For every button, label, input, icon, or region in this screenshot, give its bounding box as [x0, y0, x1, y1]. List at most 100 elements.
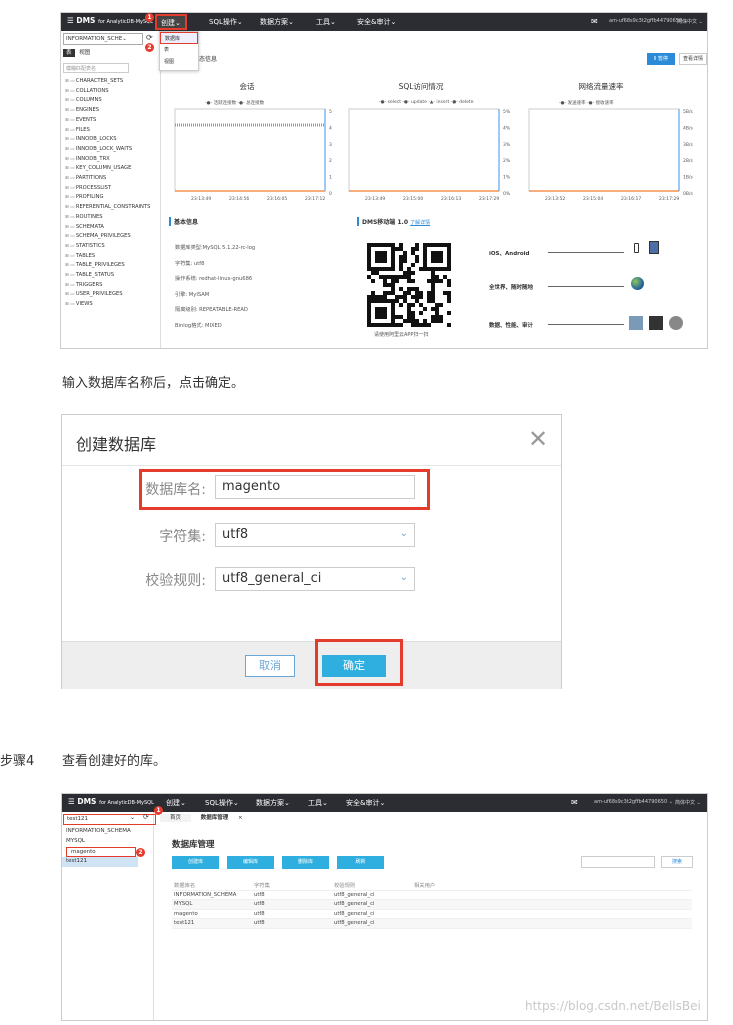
- pause-button[interactable]: Ⅱ 暂停: [647, 53, 675, 65]
- menu-data-plan[interactable]: 数据方案⌄: [260, 17, 294, 27]
- dropdown-item-view[interactable]: 视图: [160, 56, 198, 68]
- mail-icon[interactable]: ✉: [571, 798, 578, 807]
- table-item[interactable]: TABLE_PRIVILEGES: [65, 261, 150, 271]
- y-tick-label: 4%: [503, 125, 511, 131]
- menu-create[interactable]: 创建⌄: [166, 798, 186, 808]
- table-item[interactable]: FILES: [65, 126, 150, 136]
- refresh-icon[interactable]: ⟳: [146, 33, 153, 42]
- step-badge-2: 2: [136, 848, 145, 857]
- menu-sql[interactable]: SQL操作⌄: [209, 17, 243, 27]
- table-row[interactable]: test121 utf8 utf8_general_ci: [172, 919, 692, 929]
- table-item[interactable]: KEY_COLUMN_USAGE: [65, 164, 150, 174]
- refresh-icon[interactable]: ⟳: [143, 813, 149, 821]
- y-tick-label: 0%: [503, 191, 511, 197]
- table-cell: test121: [174, 920, 195, 926]
- menu-security[interactable]: 安全&审计⌄: [357, 17, 396, 27]
- mail-icon[interactable]: ✉: [591, 17, 598, 26]
- table-item[interactable]: STATISTICS: [65, 242, 150, 252]
- menu-tools[interactable]: 工具⌄: [308, 798, 328, 808]
- table-item[interactable]: CHARACTER_SETS: [65, 77, 150, 87]
- app-logo[interactable]: ☰ DMS for AnalyticDB-MySQL: [68, 797, 154, 806]
- collation-select[interactable]: utf8_general_ci ⌄: [215, 567, 415, 591]
- table-item[interactable]: INNODB_LOCKS: [65, 135, 150, 145]
- cancel-button[interactable]: 取消: [245, 655, 295, 677]
- app-logo[interactable]: ☰ DMS for AnalyticDB-MySQL: [67, 16, 153, 25]
- db-item-information-schema[interactable]: INFORMATION_SCHEMA: [62, 827, 138, 837]
- chart-title: SQL访问情况: [398, 82, 444, 91]
- table-item[interactable]: TABLE_STATUS: [65, 271, 150, 281]
- table-item[interactable]: INNODB_LOCK_WAITS: [65, 145, 150, 155]
- close-icon[interactable]: ✕: [528, 425, 548, 453]
- y-tick-label: 5%: [503, 109, 511, 115]
- chevron-down-icon: ⌄: [399, 572, 408, 583]
- ok-button[interactable]: 确定: [322, 655, 386, 677]
- menu-tools[interactable]: 工具⌄: [316, 17, 336, 27]
- table-item[interactable]: INNODB_TRX: [65, 155, 150, 165]
- y-tick-label: 4B/s: [683, 125, 693, 131]
- sidebar: INFORMATION_SCHE⌄ ⟳ 2 表 视图 模糊匹配表名 CHARAC…: [61, 31, 161, 348]
- menu-create[interactable]: 创建⌄: [155, 14, 187, 30]
- edit-db-button[interactable]: 编辑库: [227, 856, 274, 869]
- search-button[interactable]: 搜索: [661, 856, 693, 868]
- db-item-mysql[interactable]: MYSQL: [62, 837, 138, 847]
- dropdown-item-database[interactable]: 数据库: [160, 32, 198, 44]
- audit-icon: [669, 316, 683, 330]
- table-item[interactable]: ROUTINES: [65, 213, 150, 223]
- table-row[interactable]: INFORMATION_SCHEMA utf8 utf8_general_ci: [172, 891, 692, 900]
- close-icon[interactable]: ×: [238, 815, 243, 821]
- table-row[interactable]: MYSQL utf8 utf8_general_ci: [172, 900, 692, 910]
- chevron-down-icon[interactable]: ⌄: [130, 814, 135, 821]
- table-body: INFORMATION_SCHEMA utf8 utf8_general_ci MYS…: [172, 891, 692, 929]
- menu-sql[interactable]: SQL操作⌄: [205, 798, 239, 808]
- table-item[interactable]: TRIGGERS: [65, 281, 150, 291]
- table-item[interactable]: USER_PRIVILEGES: [65, 290, 150, 300]
- dropdown-item-table[interactable]: 表: [160, 44, 198, 56]
- tab-tables[interactable]: 表: [63, 49, 75, 57]
- db-item-test121[interactable]: test121: [62, 857, 138, 867]
- refresh-button[interactable]: 刷新: [337, 856, 384, 869]
- table-filter-input[interactable]: 模糊匹配表名: [63, 63, 129, 73]
- learn-more-link[interactable]: 了解详情: [410, 220, 430, 226]
- table-item[interactable]: VIEWS: [65, 300, 150, 310]
- performance-icon: [649, 316, 663, 330]
- charset-select[interactable]: utf8 ⌄: [215, 523, 415, 547]
- tab-db-management[interactable]: 数据库管理: [193, 814, 237, 822]
- delete-db-button[interactable]: 删除库: [282, 856, 329, 869]
- table-item[interactable]: REFERENTIAL_CONSTRAINTS: [65, 203, 151, 213]
- table-item[interactable]: TABLES: [65, 252, 150, 262]
- x-tick-label: 23:17:29: [659, 196, 679, 202]
- step-badge-1: 1: [145, 13, 154, 22]
- table-item[interactable]: PARTITIONS: [65, 174, 150, 184]
- menu-security[interactable]: 安全&审计⌄: [346, 798, 385, 808]
- db-name-input[interactable]: magento: [215, 475, 415, 499]
- db-item-magento[interactable]: magento: [66, 847, 136, 857]
- create-dropdown: 数据库 表 视图: [159, 31, 199, 71]
- database-selector[interactable]: INFORMATION_SCHE⌄: [63, 33, 143, 45]
- table-item[interactable]: PROFILING: [65, 193, 150, 203]
- language-menu[interactable]: 简体中文 ⌄: [677, 18, 703, 25]
- account-menu[interactable]: am-uf68s9c3t2gffb44790650 ⌄: [594, 799, 673, 805]
- tab-views[interactable]: 视图: [76, 49, 93, 57]
- view-detail-button[interactable]: 查看详情: [679, 53, 707, 65]
- collation-value: utf8_general_ci: [222, 571, 322, 586]
- tab-home[interactable]: 首页: [160, 814, 192, 822]
- chart-plot: 5% 4% 3% 2% 1% 0% 23:13:49 23:15:00 23:16:13 23:1…: [348, 108, 511, 202]
- create-db-button[interactable]: 创建库: [172, 856, 219, 869]
- table-item[interactable]: EVENTS: [65, 116, 150, 126]
- search-input[interactable]: [581, 856, 655, 868]
- language-menu[interactable]: 简体中文 ⌄: [675, 799, 701, 806]
- table-item[interactable]: COLUMNS: [65, 96, 150, 106]
- x-tick-label: 23:16:13: [441, 196, 461, 202]
- connector-line: [548, 286, 624, 287]
- table-item[interactable]: ENGINES: [65, 106, 150, 116]
- table-item[interactable]: SCHEMA_PRIVILEGES: [65, 232, 150, 242]
- screenshot-dms-overview: ☰ DMS for AnalyticDB-MySQL 1 创建⌄ SQL操作⌄ …: [60, 12, 708, 349]
- y-tick-label: 2: [329, 158, 332, 164]
- table-row[interactable]: magento utf8 utf8_general_ci: [172, 910, 692, 919]
- table-cell: magento: [174, 910, 198, 917]
- table-item[interactable]: COLLATIONS: [65, 87, 150, 97]
- menu-data-plan[interactable]: 数据方案⌄: [256, 798, 290, 808]
- table-item[interactable]: SCHEMATA: [65, 223, 150, 233]
- table-cell: utf8: [254, 901, 265, 907]
- table-item[interactable]: PROCESSLIST: [65, 184, 150, 194]
